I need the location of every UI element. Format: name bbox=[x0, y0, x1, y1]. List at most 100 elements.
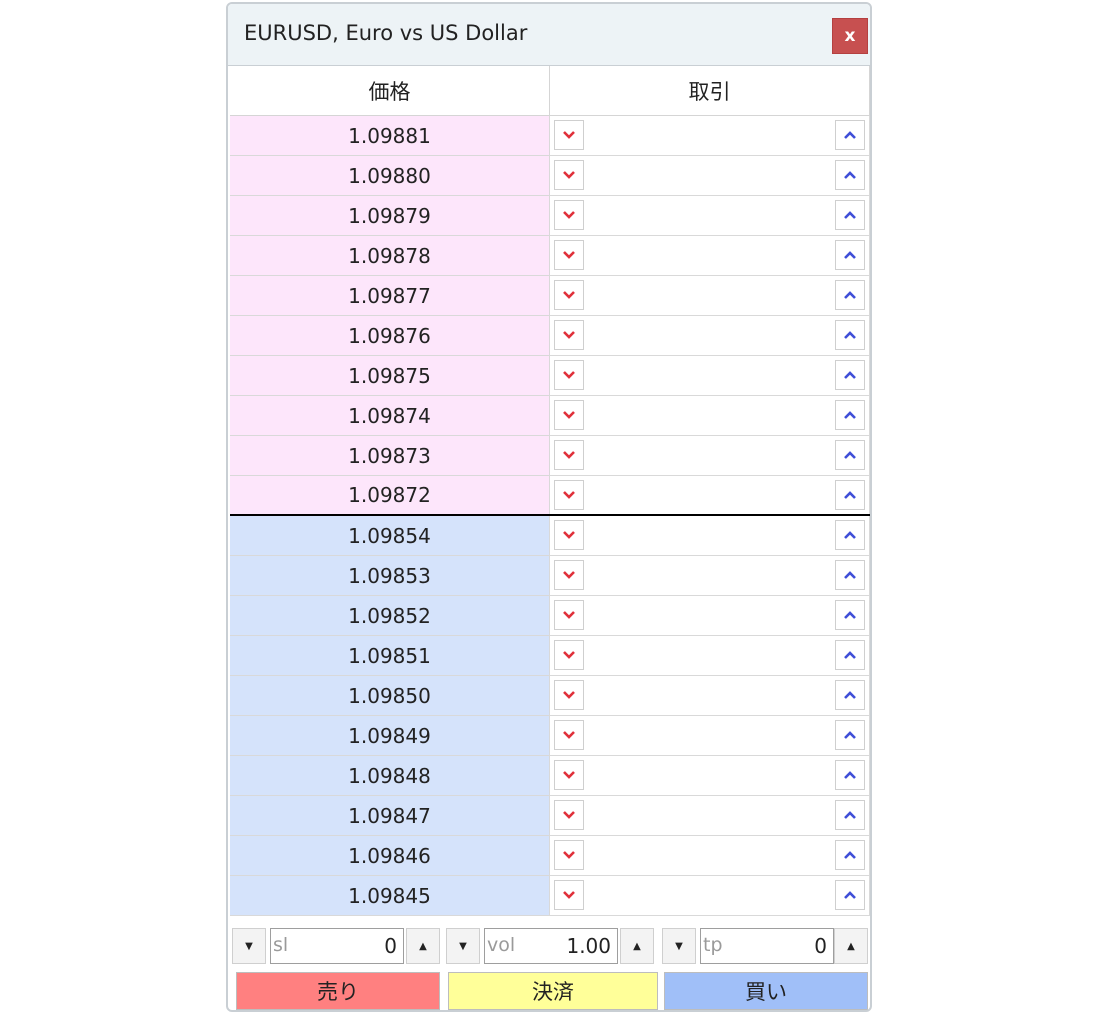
buy-at-price-button[interactable] bbox=[835, 240, 865, 270]
buy-at-price-button[interactable] bbox=[835, 320, 865, 350]
sell-at-price-button[interactable] bbox=[554, 560, 584, 590]
sl-field[interactable]: sl bbox=[270, 928, 404, 964]
price-column-header: 価格 bbox=[230, 66, 550, 115]
ask-price-cell: 1.09876 bbox=[230, 316, 550, 355]
sell-at-price-button[interactable] bbox=[554, 600, 584, 630]
close-position-button[interactable]: 決済 bbox=[448, 972, 658, 1010]
sell-at-price-button[interactable] bbox=[554, 120, 584, 150]
vol-input[interactable] bbox=[485, 929, 617, 963]
bid-price-row: 1.09849 bbox=[230, 716, 870, 756]
triangle-down-icon: ▼ bbox=[245, 940, 253, 952]
vol-field[interactable]: vol bbox=[484, 928, 618, 964]
triangle-up-icon: ▲ bbox=[847, 940, 855, 952]
bid-price-row: 1.09847 bbox=[230, 796, 870, 836]
sell-at-price-button[interactable] bbox=[554, 280, 584, 310]
buy-at-price-button[interactable] bbox=[835, 720, 865, 750]
chevron-down-icon bbox=[563, 571, 575, 579]
sl-input[interactable] bbox=[271, 929, 403, 963]
vol-increment-button[interactable]: ▲ bbox=[620, 928, 654, 964]
triangle-up-icon: ▲ bbox=[419, 940, 427, 952]
chevron-down-icon bbox=[563, 611, 575, 619]
chevron-up-icon bbox=[844, 451, 856, 459]
chevron-down-icon bbox=[563, 371, 575, 379]
buy-at-price-button[interactable] bbox=[835, 120, 865, 150]
bid-price-row: 1.09854 bbox=[230, 516, 870, 556]
chevron-down-icon bbox=[563, 451, 575, 459]
close-button[interactable]: x bbox=[832, 18, 868, 54]
buy-button[interactable]: 買い bbox=[664, 972, 868, 1010]
sl-increment-button[interactable]: ▲ bbox=[406, 928, 440, 964]
buy-at-price-button[interactable] bbox=[835, 680, 865, 710]
buy-at-price-button[interactable] bbox=[835, 760, 865, 790]
chevron-down-icon bbox=[563, 211, 575, 219]
chevron-up-icon bbox=[844, 211, 856, 219]
buy-at-price-button[interactable] bbox=[835, 360, 865, 390]
chevron-down-icon bbox=[563, 651, 575, 659]
trade-cell bbox=[550, 236, 870, 275]
sell-button[interactable]: 売り bbox=[236, 972, 440, 1010]
bid-price-row: 1.09851 bbox=[230, 636, 870, 676]
sell-at-price-button[interactable] bbox=[554, 400, 584, 430]
bid-price-cell: 1.09852 bbox=[230, 596, 550, 635]
buy-at-price-button[interactable] bbox=[835, 880, 865, 910]
sell-at-price-button[interactable] bbox=[554, 160, 584, 190]
ask-price-row: 1.09880 bbox=[230, 156, 870, 196]
buy-at-price-button[interactable] bbox=[835, 600, 865, 630]
dom-window: EURUSD, Euro vs US Dollar x 価格 取引 1.0988… bbox=[226, 2, 872, 1012]
sell-at-price-button[interactable] bbox=[554, 840, 584, 870]
ask-price-cell: 1.09881 bbox=[230, 116, 550, 155]
chevron-up-icon bbox=[844, 531, 856, 539]
bid-price-cell: 1.09847 bbox=[230, 796, 550, 835]
buy-at-price-button[interactable] bbox=[835, 520, 865, 550]
sell-at-price-button[interactable] bbox=[554, 360, 584, 390]
buy-at-price-button[interactable] bbox=[835, 400, 865, 430]
bid-price-cell: 1.09853 bbox=[230, 556, 550, 595]
buy-at-price-button[interactable] bbox=[835, 200, 865, 230]
sell-at-price-button[interactable] bbox=[554, 320, 584, 350]
chevron-up-icon bbox=[844, 571, 856, 579]
trade-cell bbox=[550, 276, 870, 315]
sell-at-price-button[interactable] bbox=[554, 720, 584, 750]
sell-at-price-button[interactable] bbox=[554, 880, 584, 910]
ask-price-row: 1.09878 bbox=[230, 236, 870, 276]
sell-at-price-button[interactable] bbox=[554, 760, 584, 790]
sell-at-price-button[interactable] bbox=[554, 640, 584, 670]
buy-at-price-button[interactable] bbox=[835, 440, 865, 470]
buy-at-price-button[interactable] bbox=[835, 640, 865, 670]
chevron-up-icon bbox=[844, 131, 856, 139]
bid-price-cell: 1.09851 bbox=[230, 636, 550, 675]
sell-at-price-button[interactable] bbox=[554, 680, 584, 710]
tp-field[interactable]: tp bbox=[700, 928, 834, 964]
vol-decrement-button[interactable]: ▼ bbox=[446, 928, 480, 964]
buy-at-price-button[interactable] bbox=[835, 560, 865, 590]
tp-increment-button[interactable]: ▲ bbox=[834, 928, 868, 964]
trade-column-header: 取引 bbox=[550, 66, 870, 115]
chevron-up-icon bbox=[844, 251, 856, 259]
sell-at-price-button[interactable] bbox=[554, 200, 584, 230]
buy-at-price-button[interactable] bbox=[835, 840, 865, 870]
buy-at-price-button[interactable] bbox=[835, 280, 865, 310]
chevron-down-icon bbox=[563, 251, 575, 259]
ask-price-cell: 1.09877 bbox=[230, 276, 550, 315]
buy-at-price-button[interactable] bbox=[835, 800, 865, 830]
sell-at-price-button[interactable] bbox=[554, 800, 584, 830]
buy-at-price-button[interactable] bbox=[835, 160, 865, 190]
chevron-down-icon bbox=[563, 851, 575, 859]
sell-at-price-button[interactable] bbox=[554, 240, 584, 270]
ask-price-row: 1.09881 bbox=[230, 116, 870, 156]
triangle-up-icon: ▲ bbox=[633, 940, 641, 952]
chevron-down-icon bbox=[563, 731, 575, 739]
chevron-up-icon bbox=[844, 411, 856, 419]
sell-at-price-button[interactable] bbox=[554, 440, 584, 470]
chevron-down-icon bbox=[563, 771, 575, 779]
chevron-down-icon bbox=[563, 691, 575, 699]
sell-at-price-button[interactable] bbox=[554, 520, 584, 550]
chevron-down-icon bbox=[563, 891, 575, 899]
trade-cell bbox=[550, 396, 870, 435]
sl-decrement-button[interactable]: ▼ bbox=[232, 928, 266, 964]
chevron-up-icon bbox=[844, 331, 856, 339]
buy-at-price-button[interactable] bbox=[835, 480, 865, 510]
tp-input[interactable] bbox=[701, 929, 833, 963]
tp-decrement-button[interactable]: ▼ bbox=[662, 928, 696, 964]
sell-at-price-button[interactable] bbox=[554, 480, 584, 510]
